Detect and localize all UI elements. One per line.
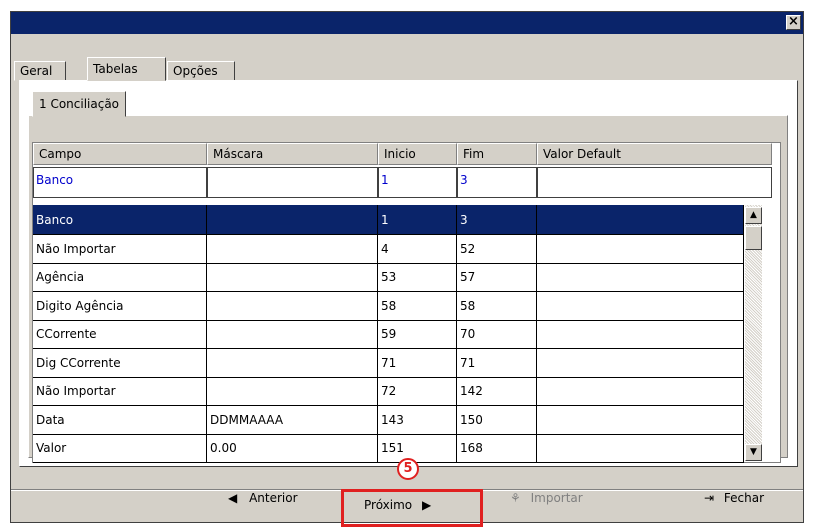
cell-mascara[interactable] [207,319,378,349]
proximo-button[interactable]: Próximo ▶ [364,494,431,516]
cell-campo[interactable]: CCorrente [33,319,207,349]
table-row[interactable]: Valor 0.00 151 168 [33,433,744,463]
cell-mascara[interactable] [207,205,378,235]
importar-button[interactable]: ⚘ Importar [510,487,583,509]
cell-inicio[interactable]: 143 [378,404,457,435]
col-header-valor-default[interactable]: Valor Default [537,143,772,165]
exit-icon: ⇥ [704,491,715,505]
table-row[interactable]: Dig CCorrente 71 71 [33,347,744,378]
cell-mascara[interactable] [207,376,378,406]
col-header-mascara[interactable]: Máscara [207,143,378,165]
cell-campo[interactable]: Digito Agência [33,290,207,321]
step-callout: 5 [397,458,419,480]
tab-geral[interactable]: Geral [14,61,66,81]
vertical-scrollbar[interactable]: ▲ ▼ [745,205,762,461]
table-row[interactable]: Não Importar 4 52 [33,233,744,264]
edit-valor-default[interactable] [537,167,772,198]
cell-inicio[interactable]: 59 [378,319,457,349]
cell-inicio[interactable]: 4 [378,233,457,264]
cell-mascara[interactable] [207,262,378,292]
cell-fim[interactable]: 52 [457,233,537,264]
cell-inicio[interactable]: 58 [378,290,457,321]
cell-campo[interactable]: Dig CCorrente [33,347,207,378]
cell-valor-default[interactable] [537,347,744,378]
cell-fim[interactable]: 57 [457,262,537,292]
cell-fim[interactable]: 142 [457,376,537,406]
table-row[interactable]: Banco 1 3 [33,205,744,235]
cell-campo[interactable]: Valor [33,433,207,463]
cell-fim[interactable]: 70 [457,319,537,349]
proximo-label: Próximo [364,498,413,512]
cell-campo[interactable]: Banco [33,205,207,235]
cell-valor-default[interactable] [537,404,744,435]
subtab-conciliacao[interactable]: 1 Conciliação [32,91,127,117]
cell-inicio[interactable]: 1 [378,205,457,235]
cell-inicio[interactable]: 53 [378,262,457,292]
cell-mascara[interactable] [207,233,378,264]
close-button[interactable]: × [786,15,801,30]
cell-valor-default[interactable] [537,376,744,406]
cell-inicio[interactable]: 71 [378,347,457,378]
tab-tabelas[interactable]: Tabelas [87,57,166,81]
importar-label: Importar [530,491,583,505]
import-icon: ⚘ [510,491,521,505]
cell-mascara[interactable]: DDMMAAAA [207,404,378,435]
scroll-thumb[interactable] [745,226,762,250]
chevron-right-icon: ▶ [421,498,432,512]
edit-inicio[interactable]: 1 [378,167,457,198]
table-row[interactable]: Agência 53 57 [33,262,744,292]
chevron-left-icon: ◀ [228,491,238,505]
edit-fim[interactable]: 3 [457,167,537,198]
fechar-button[interactable]: ⇥ Fechar [704,487,764,509]
cell-mascara[interactable]: 0.00 [207,433,378,463]
table-row[interactable]: Data DDMMAAAA 143 150 [33,404,744,435]
cell-valor-default[interactable] [537,319,744,349]
fechar-label: Fechar [723,491,765,505]
scroll-down-icon[interactable]: ▼ [745,444,762,461]
cell-inicio[interactable]: 151 [378,433,457,463]
cell-campo[interactable]: Não Importar [33,376,207,406]
anterior-label: Anterior [249,491,298,505]
cell-valor-default[interactable] [537,233,744,264]
cell-fim[interactable]: 3 [457,205,537,235]
cell-valor-default[interactable] [537,262,744,292]
edit-mascara[interactable] [207,167,378,198]
cell-fim[interactable]: 150 [457,404,537,435]
cell-valor-default[interactable] [537,205,744,235]
scroll-up-icon[interactable]: ▲ [745,207,762,224]
col-header-campo[interactable]: Campo [33,143,207,165]
cell-mascara[interactable] [207,290,378,321]
cell-inicio[interactable]: 72 [378,376,457,406]
cell-fim[interactable]: 71 [457,347,537,378]
cell-campo[interactable]: Data [33,404,207,435]
tab-opcoes[interactable]: Opções [167,61,235,81]
col-header-fim[interactable]: Fim [457,143,537,165]
cell-valor-default[interactable] [537,433,744,463]
anterior-button[interactable]: ◀ Anterior [228,487,298,509]
table-row[interactable]: CCorrente 59 70 [33,319,744,349]
edit-campo[interactable]: Banco [33,167,207,198]
cell-valor-default[interactable] [537,290,744,321]
cell-campo[interactable]: Agência [33,262,207,292]
cell-mascara[interactable] [207,347,378,378]
fields-grid: Campo Máscara Inicio Fim Valor Default B… [32,142,781,463]
table-row[interactable]: Digito Agência 58 58 [33,290,744,321]
cell-fim[interactable]: 168 [457,433,537,463]
cell-campo[interactable]: Não Importar [33,233,207,264]
table-row[interactable]: Não Importar 72 142 [33,376,744,406]
cell-fim[interactable]: 58 [457,290,537,321]
col-header-inicio[interactable]: Inicio [378,143,457,165]
title-bar: × [11,12,803,34]
